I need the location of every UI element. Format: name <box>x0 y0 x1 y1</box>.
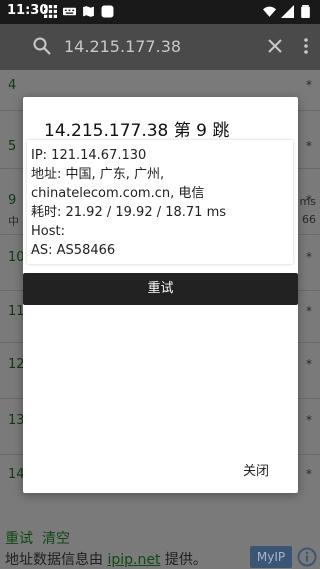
hop-detail-left: 中 <box>8 215 19 228</box>
address-line: chinatelecom.com.cn, 电信 <box>31 186 205 201</box>
retry-button[interactable]: 重试 <box>23 273 298 305</box>
hop-number: 9 <box>8 193 17 208</box>
clear-link[interactable]: 清空 <box>42 528 70 548</box>
hop-star: * <box>306 467 312 481</box>
app-square-icon <box>101 5 114 18</box>
ip-line: IP: 121.14.67.130 <box>31 148 147 163</box>
myip-button[interactable]: MyIP <box>250 546 292 568</box>
map-icon <box>83 6 94 17</box>
hop-detail-right: 66 <box>302 213 316 226</box>
hop-number: 4 <box>8 78 17 93</box>
address-line: 地址: 中国, 广东, 广州, <box>31 167 165 182</box>
hop-detail-right: ms <box>299 195 316 208</box>
keyboard-icon <box>63 7 76 16</box>
battery-icon <box>301 5 310 18</box>
retry-link[interactable]: 重试 <box>5 528 33 548</box>
search-icon[interactable] <box>32 36 52 56</box>
status-time: 11:30 <box>7 3 49 18</box>
footer: 重试 清空 地址数据信息由 ipip.net 提供。 MyIP <box>0 522 320 569</box>
data-source-text: 地址数据信息由 ipip.net 提供。 <box>5 549 207 569</box>
hop-star: * <box>306 413 312 427</box>
host-line: Host: <box>31 224 65 239</box>
source-prefix: 地址数据信息由 <box>5 552 108 568</box>
latency-line: 耗时: 21.92 / 19.92 / 18.71 ms <box>31 205 227 220</box>
hop-star: * <box>306 139 312 153</box>
dialog-title: 14.215.177.38 第 9 跳 <box>44 121 230 141</box>
wifi-icon <box>263 6 276 17</box>
ipip-link[interactable]: ipip.net <box>107 552 160 568</box>
signal-icon <box>281 5 294 18</box>
search-input[interactable]: 14.215.177.38 <box>64 37 181 56</box>
hop-number: 5 <box>8 139 17 154</box>
status-bar: 11:30 <box>0 0 320 24</box>
hop-details-card: IP: 121.14.67.130 地址: 中国, 广东, 广州, chinat… <box>27 140 293 264</box>
close-button[interactable]: 关闭 <box>243 460 269 479</box>
as-line: AS: AS58466 <box>31 243 116 258</box>
hop-star: * <box>306 357 312 371</box>
source-suffix: 提供。 <box>160 552 207 568</box>
hop-star: * <box>306 250 312 264</box>
more-vert-icon[interactable] <box>300 36 312 56</box>
hop-star: * <box>306 304 312 318</box>
hop-detail-dialog: 14.215.177.38 第 9 跳 IP: 121.14.67.130 地址… <box>23 97 298 493</box>
app-bar: 14.215.177.38 <box>0 24 320 70</box>
grid-icon <box>44 5 57 18</box>
hop-star: * <box>306 78 312 92</box>
close-icon[interactable] <box>265 36 285 56</box>
info-icon[interactable] <box>297 547 317 567</box>
